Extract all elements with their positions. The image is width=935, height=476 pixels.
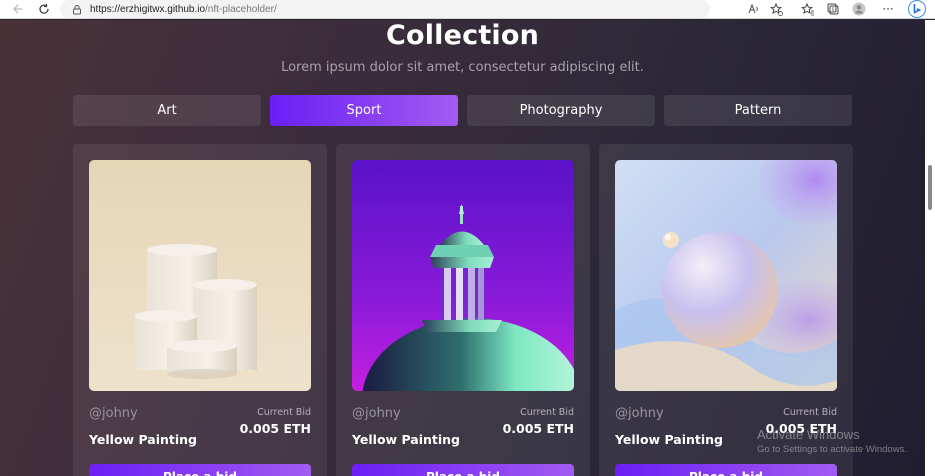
refresh-icon[interactable] — [37, 2, 51, 16]
nft-image-pedestals[interactable] — [89, 160, 311, 391]
current-bid-label: Current Bid — [520, 407, 574, 418]
place-bid-button[interactable]: Place a bid — [352, 464, 574, 476]
bing-icon[interactable] — [908, 0, 926, 18]
watermark-title: Activate Windows — [757, 427, 860, 442]
collections-icon[interactable] — [826, 2, 840, 16]
url-domain: https://erzhigitwx.github.io — [90, 3, 206, 15]
lock-icon[interactable] — [70, 2, 84, 16]
place-bid-button[interactable]: Place a bid — [615, 464, 837, 476]
current-bid-label: Current Bid — [783, 407, 837, 418]
card-title: Yellow Painting — [89, 432, 197, 447]
profile-avatar-icon[interactable] — [852, 2, 866, 16]
back-icon[interactable] — [10, 2, 24, 16]
nft-card: @johny Current Bid 0.005 ETH Yellow Pain… — [73, 144, 327, 476]
tab-sport[interactable]: Sport — [270, 95, 458, 126]
page-subtitle: Lorem ipsum dolor sit amet, consectetur … — [281, 60, 644, 75]
nft-image-sphere[interactable] — [615, 160, 837, 391]
scrollbar-thumb[interactable] — [928, 165, 932, 210]
read-aloud-icon[interactable] — [747, 2, 761, 16]
category-tabs: Art Sport Photography Pattern — [73, 95, 852, 126]
page-scrollbar[interactable] — [925, 20, 935, 476]
windows-activation-watermark: Activate Windows Go to Settings to activ… — [757, 427, 907, 455]
current-bid-value: 0.005 ETH — [502, 421, 574, 436]
url-path: /nft-placeholder/ — [205, 3, 277, 15]
nft-image-tower[interactable] — [352, 160, 574, 391]
tab-pattern[interactable]: Pattern — [664, 95, 852, 126]
card-title: Yellow Painting — [352, 432, 460, 447]
card-author: @johny — [615, 406, 664, 421]
url-text[interactable]: https://erzhigitwx.github.io/nft-placeho… — [90, 4, 277, 15]
page-title: Collection — [385, 20, 540, 51]
favorite-add-icon[interactable] — [769, 2, 783, 16]
current-bid-value: 0.005 ETH — [239, 421, 311, 436]
tab-photography[interactable]: Photography — [467, 95, 655, 126]
current-bid-label: Current Bid — [257, 407, 311, 418]
address-bar[interactable]: https://erzhigitwx.github.io/nft-placeho… — [60, 0, 710, 18]
tab-art[interactable]: Art — [73, 95, 261, 126]
place-bid-button[interactable]: Place a bid — [89, 464, 311, 476]
more-menu-icon[interactable]: ··· — [881, 2, 895, 16]
page-content: Collection Lorem ipsum dolor sit amet, c… — [0, 20, 925, 476]
card-author: @johny — [89, 406, 138, 421]
browser-toolbar: https://erzhigitwx.github.io/nft-placeho… — [0, 0, 935, 19]
card-author: @johny — [352, 406, 401, 421]
watermark-subtitle: Go to Settings to activate Windows. — [757, 444, 907, 455]
nft-card: @johny Current Bid 0.005 ETH Yellow Pain… — [336, 144, 590, 476]
favorites-icon[interactable] — [800, 2, 814, 16]
card-title: Yellow Painting — [615, 432, 723, 447]
